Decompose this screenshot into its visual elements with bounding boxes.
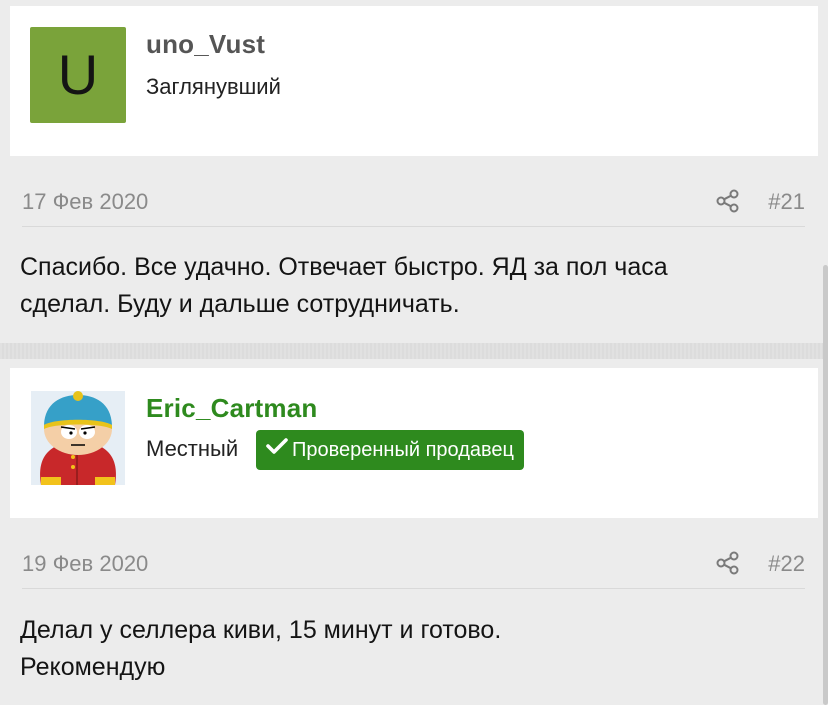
post-user-block: U uno_Vust Заглянувший [10,6,818,156]
avatar[interactable] [31,391,125,485]
message-line: сделал. Буду и дальше сотрудничать. [20,290,460,318]
message-line: Спасибо. Все удачно. Отвечает быстро. ЯД… [20,253,668,281]
post-date[interactable]: 17 Фев 2020 [22,189,148,215]
share-icon[interactable] [715,188,741,214]
cartman-avatar-icon [31,391,125,485]
verified-seller-badge: Проверенный продавец [256,430,524,470]
share-icon[interactable] [715,550,741,576]
post-message: Делал у селлера киви, 15 минут и готово.… [20,612,800,686]
message-line: Делал у селлера киви, 15 минут и готово. [20,616,502,644]
post-number-link[interactable]: #22 [768,551,805,577]
username-link[interactable]: Eric_Cartman [146,393,317,424]
post-separator [0,343,828,359]
thread-page: U uno_Vust Заглянувший 17 Фев 2020 #21 С… [0,0,828,705]
post-date[interactable]: 19 Фев 2020 [22,551,148,577]
username-link[interactable]: uno_Vust [146,29,265,60]
user-title: Местный [146,436,239,461]
checkmark-icon [266,429,288,469]
avatar[interactable]: U [30,27,126,123]
post-meta-row: 19 Фев 2020 #22 [22,544,805,589]
badge-label: Проверенный продавец [292,439,514,461]
post-user-block: Eric_Cartman Местный Проверенный продаве… [10,368,818,518]
scrollbar[interactable] [823,265,828,705]
post-meta-row: 17 Фев 2020 #21 [22,182,805,227]
user-title: Заглянувший [146,74,281,99]
post-message: Спасибо. Все удачно. Отвечает быстро. ЯД… [20,249,800,323]
message-line: Рекомендую [20,653,166,681]
post-number-link[interactable]: #21 [768,189,805,215]
